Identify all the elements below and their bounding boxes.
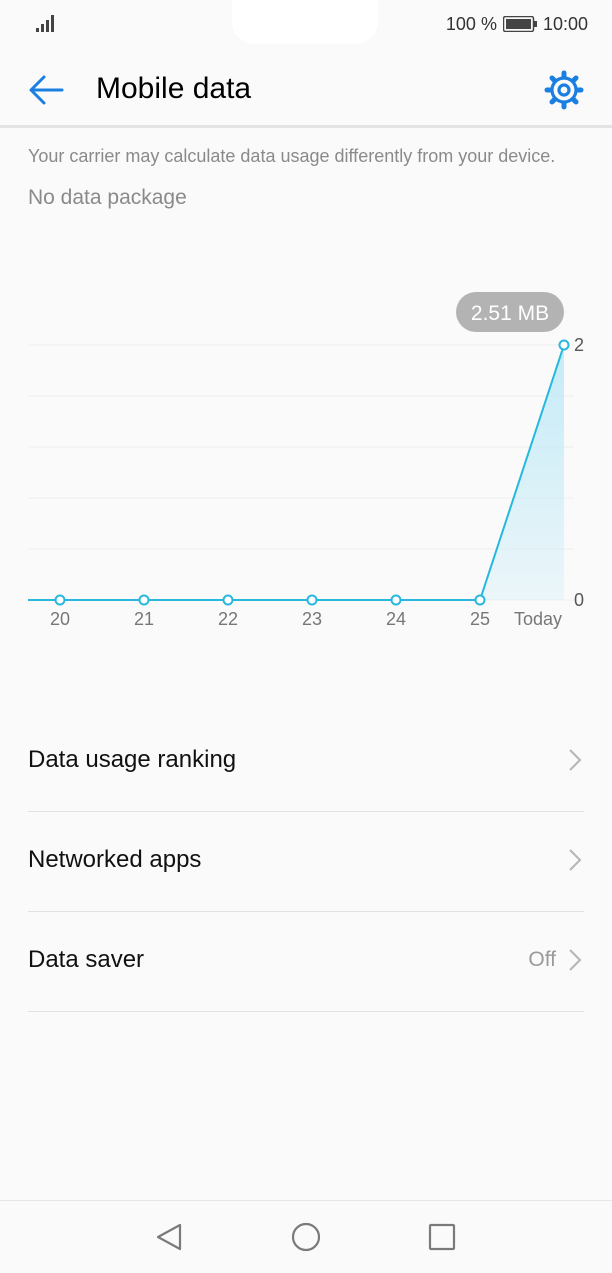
- menu-item-data-saver[interactable]: Data saver Off: [28, 912, 584, 1012]
- chart-x-tick-label: 20: [50, 609, 70, 629]
- page-title: Mobile data: [96, 72, 252, 105]
- back-triangle-icon: [156, 1223, 182, 1251]
- chart-point: [390, 594, 402, 606]
- menu-item-data-usage-ranking[interactable]: Data usage ranking: [28, 712, 584, 812]
- status-right: 100 % 10:00: [446, 12, 588, 36]
- nav-recents-button[interactable]: [424, 1219, 460, 1255]
- menu-item-networked-apps[interactable]: Networked apps: [28, 812, 584, 912]
- chart-x-tick-label: 22: [218, 609, 238, 629]
- chart-area: [60, 345, 564, 600]
- chart-point: [474, 594, 486, 606]
- chart-x-tick-label: 24: [386, 609, 406, 629]
- back-button[interactable]: [24, 68, 68, 112]
- battery-icon: [502, 16, 537, 32]
- chart-y-tick-label: 0: [574, 590, 584, 610]
- data-package-status: No data package: [28, 186, 187, 209]
- menu-item-label: Data usage ranking: [28, 746, 237, 773]
- display-notch: [232, 0, 378, 44]
- chart-point: [306, 594, 318, 606]
- arrow-left-icon: [29, 75, 64, 105]
- chart-point: [54, 594, 66, 606]
- nav-home-button[interactable]: [288, 1219, 324, 1255]
- settings-menu: Data usage ranking Networked apps Data s…: [28, 712, 584, 1012]
- chevron-right-icon: [569, 949, 582, 971]
- carrier-note: Your carrier may calculate data usage di…: [28, 146, 556, 166]
- chart-point: [222, 594, 234, 606]
- chart-x-tick-label: 23: [302, 609, 322, 629]
- data-usage-chart: 20 21 22 23 24 25 Today 0 2 2.51 MB: [28, 292, 584, 629]
- clock: 10:00: [542, 13, 588, 34]
- status-bar: 100 % 10:00: [0, 0, 612, 48]
- chart-x-tick-label: 25: [470, 609, 490, 629]
- menu-item-label: Networked apps: [28, 846, 202, 873]
- recents-square-icon: [428, 1223, 456, 1251]
- app-bar: Mobile data: [0, 54, 612, 126]
- data-saver-status: Off: [528, 948, 556, 971]
- signal-icon: [36, 15, 54, 32]
- battery-percent: 100 %: [445, 13, 497, 34]
- nav-back-button[interactable]: [152, 1219, 188, 1255]
- chart-point: [138, 594, 150, 606]
- chart-x-tick-label: Today: [514, 609, 562, 629]
- chevron-right-icon: [569, 849, 582, 871]
- chevron-right-icon: [569, 749, 582, 771]
- settings-button[interactable]: [544, 70, 584, 110]
- home-circle-icon: [291, 1222, 321, 1252]
- navigation-bar: [0, 1200, 612, 1273]
- chart-x-tick-label: 21: [134, 609, 154, 629]
- app-bar-divider: [0, 125, 612, 128]
- chart-point: [558, 339, 570, 351]
- menu-item-label: Data saver: [28, 946, 145, 973]
- chart-series-line: [60, 344, 565, 601]
- chart-y-tick-label: 2: [574, 335, 584, 355]
- gear-icon: [544, 70, 584, 110]
- chart-tooltip-label: 2.51 MB: [471, 302, 549, 325]
